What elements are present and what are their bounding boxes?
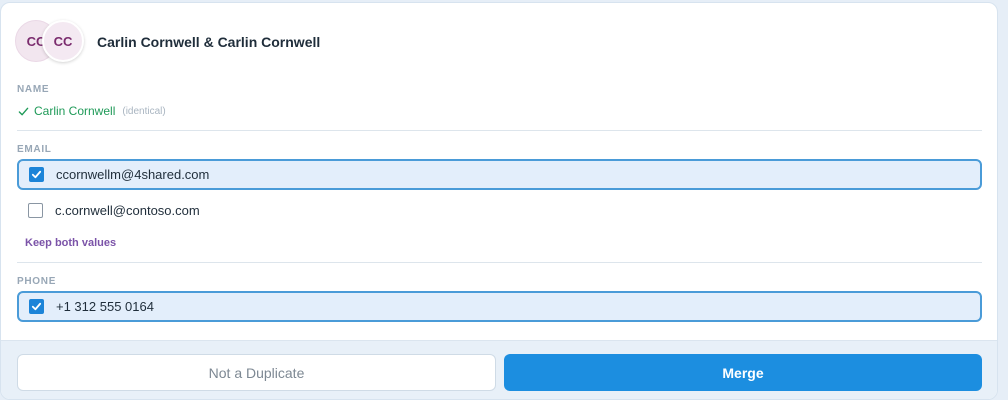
name-value: Carlin Cornwell [34, 104, 116, 118]
checkbox[interactable] [28, 203, 43, 218]
divider [17, 130, 982, 131]
keep-both-values-link[interactable]: Keep both values [25, 237, 116, 249]
checkmark-icon [31, 302, 42, 311]
not-a-duplicate-button[interactable]: Not a Duplicate [17, 354, 496, 391]
phone-section-label: PHONE [17, 276, 57, 287]
name-section-label: NAME [17, 84, 50, 95]
email-option-2[interactable]: c.cornwell@contoso.com [17, 195, 982, 226]
action-footer: Not a Duplicate Merge [1, 340, 997, 399]
card-header: CC CC Carlin Cornwell & Carlin Cornwell [15, 20, 320, 64]
email-value: ccornwellm@4shared.com [56, 167, 210, 182]
merge-duplicates-card: CC CC Carlin Cornwell & Carlin Cornwell … [0, 2, 998, 400]
email-option-1[interactable]: ccornwellm@4shared.com [17, 159, 982, 190]
avatar-group: CC CC [15, 20, 87, 64]
check-icon [18, 107, 29, 115]
phone-option-1[interactable]: +1 312 555 0164 [17, 291, 982, 322]
page-title: Carlin Cornwell & Carlin Cornwell [97, 34, 321, 50]
avatar: CC [42, 20, 84, 62]
email-section-label: EMAIL [17, 144, 52, 155]
checkmark-icon [31, 170, 42, 179]
phone-value: +1 312 555 0164 [56, 299, 154, 314]
email-value: c.cornwell@contoso.com [55, 203, 200, 218]
divider [17, 262, 982, 263]
identical-note: (identical) [122, 105, 166, 117]
name-row: Carlin Cornwell (identical) [18, 104, 166, 118]
checkbox[interactable] [29, 299, 44, 314]
checkbox[interactable] [29, 167, 44, 182]
merge-button[interactable]: Merge [504, 354, 982, 391]
